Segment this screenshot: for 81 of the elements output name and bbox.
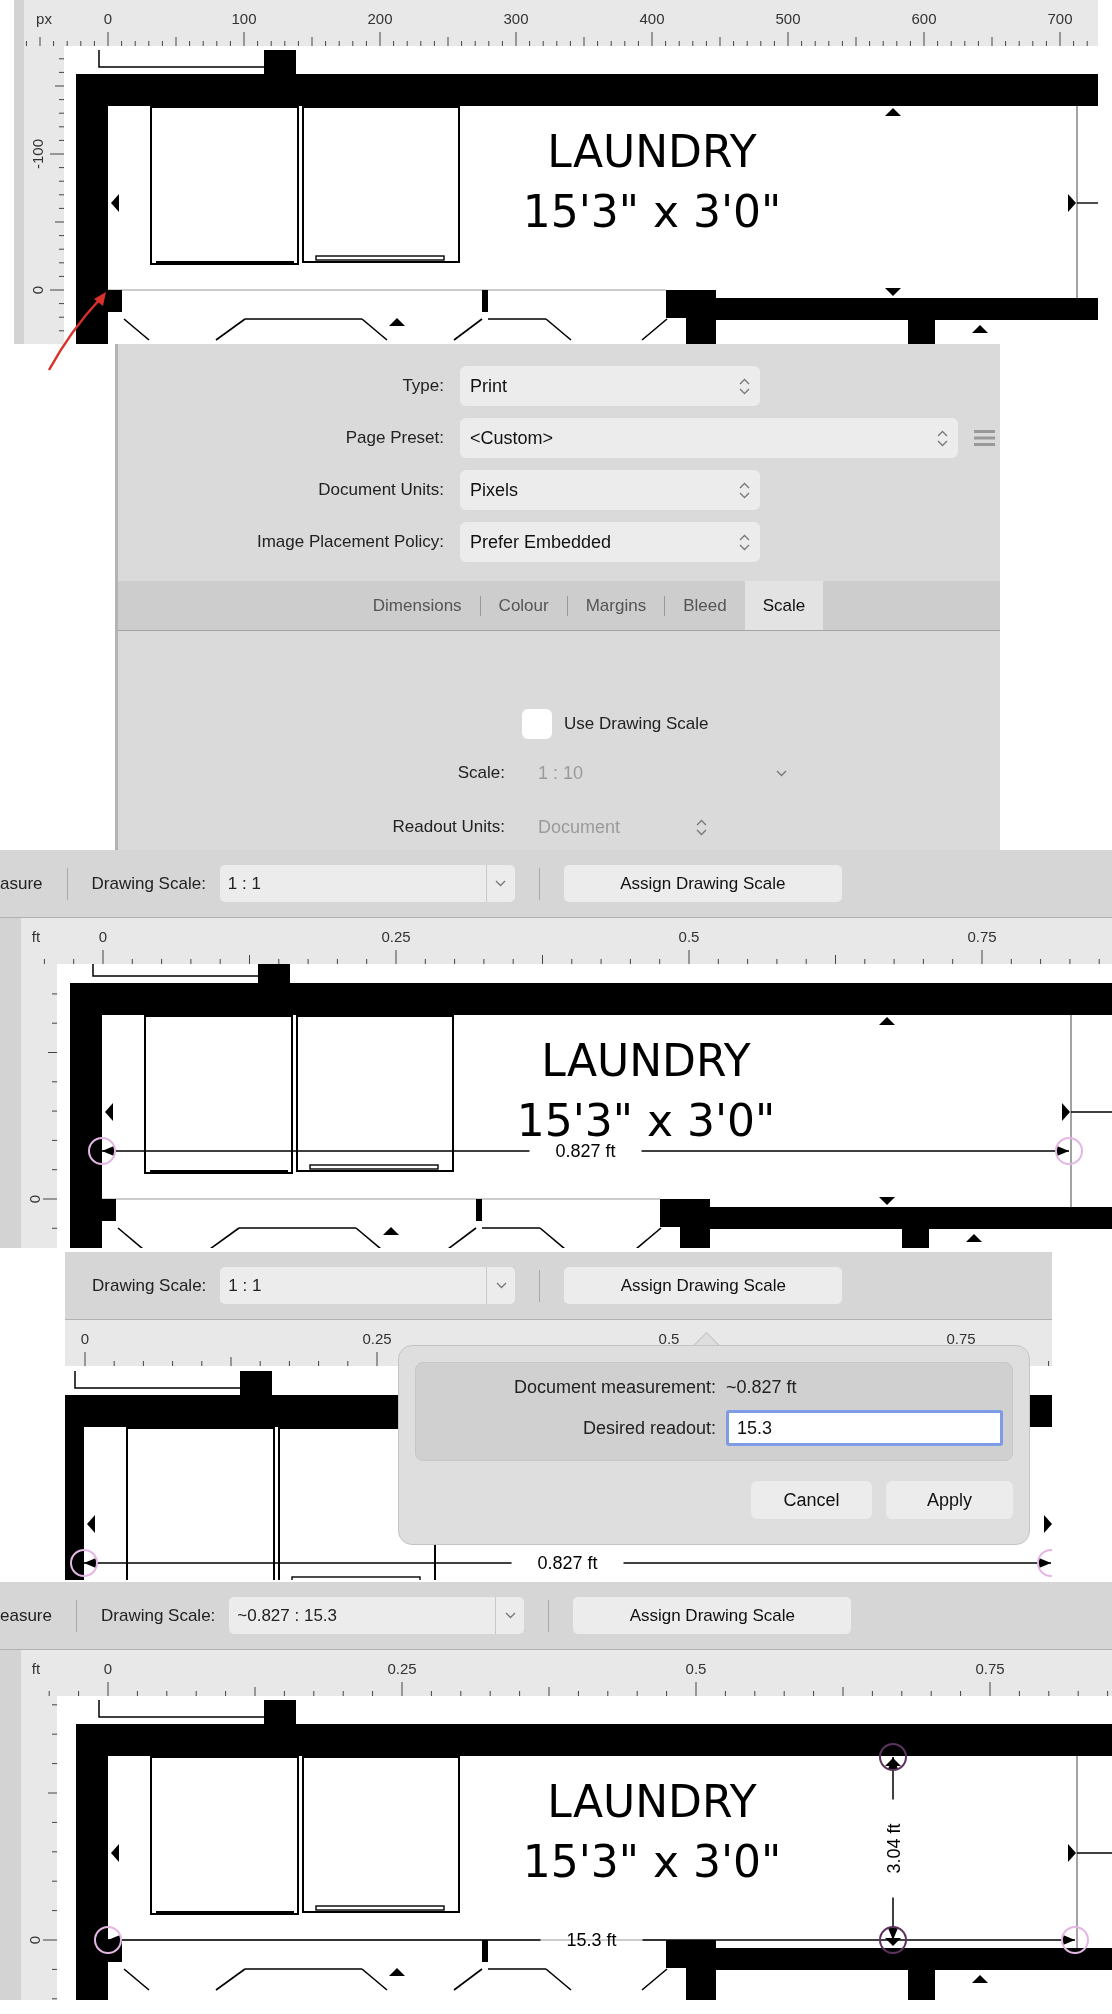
room-size: 15'3" x 3'0" [522, 1836, 782, 1887]
ruler-label: 0.5 [685, 1660, 707, 1677]
ruler-label: -100 [29, 139, 46, 169]
ruler-label: 0 [26, 1935, 43, 1945]
ruler-label: 400 [639, 10, 665, 27]
drawing-scale-label: Drawing Scale: [101, 1605, 216, 1626]
checkbox[interactable] [522, 709, 552, 739]
ruler-label: 0 [26, 1194, 43, 1204]
readout-input[interactable]: 15.3 [726, 1410, 1003, 1446]
chevron-down-icon [776, 769, 787, 777]
ruler-label: 0.75 [946, 1330, 976, 1347]
tab[interactable]: Margins [567, 581, 665, 630]
ruler-label: 600 [911, 10, 937, 27]
ruler-label: 500 [775, 10, 801, 27]
assign-drawing-scale-button[interactable]: Assign Drawing Scale [563, 865, 842, 902]
drawing-scale-dropdown[interactable]: 1 : 1 [219, 865, 515, 902]
drawing-scale-label: Drawing Scale: [91, 873, 206, 894]
dimension-label: 0.827 ft [537, 1553, 598, 1573]
field-label: Desired readout: [581, 1417, 716, 1439]
popup-button[interactable]: <Custom> [460, 418, 958, 458]
measure-handle[interactable] [879, 1926, 907, 1954]
tool-label: asure [0, 873, 43, 894]
ruler-label: 200 [367, 10, 393, 27]
drawing-scale-label: Drawing Scale: [92, 1275, 207, 1296]
ruler-label: 0.5 [678, 928, 700, 945]
popup-button[interactable]: Pixels [460, 470, 760, 510]
dimension-label: 3.04 ft [884, 1823, 904, 1874]
apply-button[interactable]: Apply [886, 1481, 1013, 1519]
popup-button[interactable]: Print [460, 366, 760, 406]
assign-drawing-scale-button[interactable]: Assign Drawing Scale [573, 1597, 852, 1634]
chevron-down-icon [495, 1282, 507, 1289]
ruler-label: 0 [80, 1330, 90, 1347]
ruler-label: 0.25 [381, 928, 411, 945]
ruler-unit: px [36, 10, 52, 27]
measure-handle[interactable] [879, 1743, 907, 1771]
room-name: LAUNDRY [541, 1035, 751, 1086]
chevron-down-icon [504, 1612, 516, 1619]
drawing-scale-dropdown[interactable]: ~0.827 : 15.3 [229, 1597, 525, 1634]
measurement-value: ~0.827 ft [726, 1377, 798, 1398]
tab[interactable]: Bleed [665, 581, 745, 630]
cancel-button[interactable]: Cancel [751, 1481, 872, 1519]
dimension-label: 0.827 ft [555, 1141, 616, 1161]
popup-button[interactable]: Prefer Embedded [460, 522, 760, 562]
ruler-label: 0.25 [362, 1330, 392, 1347]
field-label: Document measurement: [512, 1377, 716, 1398]
ruler-unit: ft [31, 928, 41, 945]
tab[interactable]: Dimensions [354, 581, 480, 630]
up-down-chevron-icon [739, 481, 750, 499]
field-label: Readout Units: [391, 817, 505, 837]
ruler-label: 0 [103, 1660, 113, 1677]
ruler-label: 700 [1047, 10, 1073, 27]
room-name: LAUNDRY [547, 126, 757, 177]
ruler-label: 0.25 [387, 1660, 417, 1677]
ruler-label: 0 [103, 10, 113, 27]
ruler-label: 0.75 [975, 1660, 1005, 1677]
up-down-chevron-icon [739, 533, 750, 551]
field-label: Image Placement Policy: [255, 532, 444, 552]
ruler-unit: ft [31, 1660, 41, 1677]
tab[interactable]: Colour [480, 581, 567, 630]
tool-label: easure [0, 1605, 52, 1626]
field-label: Type: [401, 376, 444, 396]
room-size: 15'3" x 3'0" [522, 186, 782, 237]
ruler-label: 0 [98, 928, 108, 945]
drawing-scale-dropdown[interactable]: 1 : 1 [220, 1267, 516, 1304]
ruler-label: 100 [231, 10, 257, 27]
ruler-label: 0.75 [967, 928, 997, 945]
checkbox-label: Use Drawing Scale [564, 714, 709, 734]
tab[interactable]: Scale [744, 581, 824, 630]
field-label: Page Preset: [344, 428, 444, 448]
dimension-label: 15.3 ft [566, 1930, 617, 1950]
assign-drawing-scale-button[interactable]: Assign Drawing Scale [564, 1267, 843, 1304]
ruler-label: 0.5 [658, 1330, 680, 1347]
field-label: Document Units: [317, 480, 444, 500]
up-down-chevron-icon [937, 429, 948, 447]
field-label: Scale: [456, 763, 505, 783]
ruler-label: 0 [29, 285, 46, 295]
room-name: LAUNDRY [547, 1776, 757, 1827]
up-down-chevron-icon [696, 818, 707, 836]
ruler-label: 300 [503, 10, 529, 27]
up-down-chevron-icon [739, 377, 750, 395]
chevron-down-icon [495, 880, 507, 887]
